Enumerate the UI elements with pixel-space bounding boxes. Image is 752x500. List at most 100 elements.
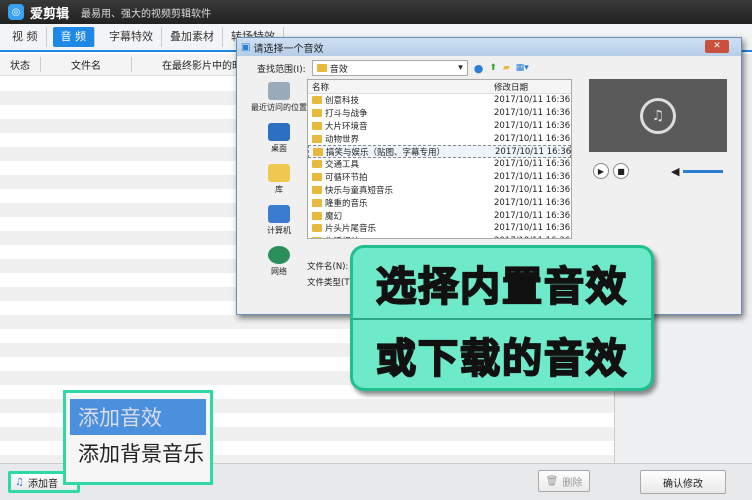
folder-icon [312, 211, 322, 220]
file-name-text: 片头片尾音乐 [325, 224, 377, 235]
tab-subtitle-effects[interactable]: 字幕特效 [101, 27, 162, 47]
file-name: 动物世界 [308, 133, 494, 145]
file-date: 2017/10/11 16:36 [494, 210, 571, 221]
folder-icon [312, 160, 322, 169]
file-list[interactable]: 名称 修改日期 创意科技 2017/10/11 16:36 打斗与战争 2017/10/… [307, 79, 572, 239]
delete-button[interactable]: 🗑 删除 [538, 470, 590, 492]
delete-label: 删除 [562, 477, 583, 489]
places-bar: 最近访问的位置 桌面 库 计算机 网络 [249, 82, 309, 287]
tab-audio[interactable]: 音 频 [52, 27, 95, 47]
dialog-icon: ▣ [241, 41, 251, 53]
file-date: 2017/10/11 16:36 [494, 184, 571, 195]
file-row[interactable]: 创意科技 2017/10/11 16:36 [308, 94, 571, 107]
add-audio-label: 添加音 [27, 478, 58, 490]
folder-icon [312, 121, 322, 130]
file-row[interactable]: 可循环节拍 2017/10/11 16:36 [308, 171, 571, 184]
header-name[interactable]: 名称 [308, 81, 494, 93]
place-computer[interactable]: 计算机 [249, 205, 309, 236]
menu-add-sound-effect[interactable]: 添加音效 [70, 399, 206, 435]
close-icon[interactable]: ✕ [705, 40, 729, 53]
play-icon[interactable]: ▶ [593, 163, 609, 179]
lookin-label: 查找范围(I): [257, 64, 306, 75]
tab-overlay[interactable]: 叠加素材 [162, 27, 223, 47]
file-name-text: 隆重的音乐 [325, 198, 368, 209]
preview-controls: ▶ ■ ◀ [589, 156, 727, 186]
header-date[interactable]: 修改日期 [494, 81, 564, 93]
volume-icon: ◀ [671, 164, 680, 178]
file-row[interactable]: 动物世界 2017/10/11 16:36 [308, 132, 571, 145]
file-row[interactable]: 交通工具 2017/10/11 16:36 [308, 158, 571, 171]
folder-icon [313, 147, 323, 156]
file-row[interactable]: 魔幻 2017/10/11 16:36 [308, 209, 571, 222]
file-name: 生活相关 [308, 235, 494, 238]
title-bar: ◎ 爱剪辑 最易用、强大的视频剪辑软件 [0, 0, 752, 24]
col-filename[interactable]: 文件名 [41, 57, 132, 72]
chevron-down-icon: ▾ [458, 63, 463, 73]
file-row[interactable]: 片头片尾音乐 2017/10/11 16:36 [308, 222, 571, 235]
back-icon[interactable]: ● [474, 62, 484, 75]
music-note-icon: ♫ [15, 476, 24, 488]
file-name: 大片环境音 [308, 120, 494, 132]
folder-icon [312, 96, 322, 105]
folder-icon [312, 224, 322, 233]
file-date: 2017/10/11 16:36 [495, 146, 572, 157]
menu-add-background-music[interactable]: 添加背景音乐 [70, 435, 206, 471]
confirm-button[interactable]: 确认修改 [640, 470, 726, 494]
folder-icon [312, 185, 322, 194]
folder-icon [316, 64, 327, 72]
tab-video[interactable]: 视 频 [4, 27, 47, 47]
app-slogan: 最易用、强大的视频剪辑软件 [81, 8, 212, 20]
file-name-text: 创意科技 [325, 96, 360, 107]
recent-icon [268, 82, 290, 100]
app-name: 爱剪辑 [30, 6, 70, 22]
place-label: 网络 [271, 267, 287, 276]
place-desktop[interactable]: 桌面 [249, 123, 309, 154]
file-name: 快乐与童真短音乐 [308, 184, 494, 196]
file-name: 打斗与战争 [308, 107, 494, 119]
file-row[interactable]: 大片环境音 2017/10/11 16:36 [308, 120, 571, 133]
lookin-value: 音效 [329, 64, 348, 75]
file-date: 2017/10/11 16:36 [494, 120, 571, 131]
place-network[interactable]: 网络 [249, 246, 309, 277]
library-icon [268, 164, 290, 182]
add-audio-menu: 添加音效 添加背景音乐 [63, 390, 213, 485]
file-row[interactable]: 打斗与战争 2017/10/11 16:36 [308, 107, 571, 120]
new-folder-icon[interactable]: ▰ [503, 63, 510, 73]
file-row[interactable]: 快乐与童真短音乐 2017/10/11 16:36 [308, 184, 571, 197]
file-row[interactable]: 搞笑与娱乐（贴图、字幕专用） 2017/10/11 16:36 [308, 145, 571, 158]
volume-slider[interactable] [683, 169, 724, 173]
file-date: 2017/10/11 16:36 [494, 159, 571, 170]
up-folder-icon[interactable]: ⬆ [489, 63, 497, 73]
file-name-text: 魔幻 [325, 211, 343, 222]
file-row[interactable]: 生活相关 2017/10/11 16:36 [308, 235, 571, 238]
place-recent[interactable]: 最近访问的位置 [249, 82, 309, 113]
view-menu-icon[interactable]: ▦▾ [516, 63, 529, 73]
file-name-text: 交通工具 [325, 160, 360, 171]
file-name: 隆重的音乐 [308, 197, 494, 209]
folder-icon [312, 109, 322, 118]
folder-icon [312, 134, 322, 143]
file-date: 2017/10/11 16:36 [494, 95, 571, 106]
filetype-label: 文件类型(T): [307, 278, 356, 288]
file-name: 可循环节拍 [308, 171, 494, 183]
file-date: 2017/10/11 16:36 [494, 133, 571, 144]
place-label: 桌面 [271, 144, 287, 153]
file-date: 2017/10/11 16:36 [494, 172, 571, 183]
lookin-select[interactable]: 音效 ▾ [311, 60, 468, 76]
file-date: 2017/10/11 16:36 [494, 223, 571, 234]
place-label: 计算机 [267, 226, 291, 235]
place-library[interactable]: 库 [249, 164, 309, 195]
file-date: 2017/10/11 16:36 [494, 108, 571, 119]
file-name: 搞笑与娱乐（贴图、字幕专用） [309, 146, 495, 158]
filename-label: 文件名(N): [307, 262, 349, 272]
dialog-title: 请选择一个音效 [253, 43, 324, 55]
computer-icon [268, 205, 290, 223]
file-name-text: 可循环节拍 [325, 173, 368, 184]
file-row[interactable]: 隆重的音乐 2017/10/11 16:36 [308, 196, 571, 209]
file-name: 片头片尾音乐 [308, 222, 494, 234]
col-status[interactable]: 状态 [0, 57, 41, 72]
folder-icon [312, 173, 322, 182]
headphones-icon: ♫ [640, 97, 676, 134]
stop-icon[interactable]: ■ [613, 163, 629, 179]
folder-icon [312, 237, 322, 238]
